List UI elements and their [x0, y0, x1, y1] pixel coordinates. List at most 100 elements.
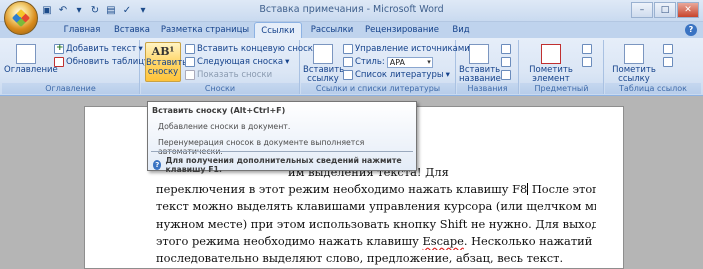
window-controls: – □ ✕: [631, 2, 699, 18]
text-line: нужном месте) при этом использовать кноп…: [156, 216, 596, 231]
insert-caption-button[interactable]: Вставить название: [459, 44, 501, 84]
mark-entry-button[interactable]: Пометить элемент: [526, 44, 576, 84]
footnotes-group-label: Сноски: [141, 83, 299, 94]
undo-icon[interactable]: ↶: [56, 4, 70, 18]
add-text-button[interactable]: Добавить текст▾: [54, 42, 143, 55]
bibliography-label: Список литературы: [355, 70, 444, 80]
mark-citation-button[interactable]: Пометить ссылку: [609, 44, 659, 84]
toc-button-label: Оглавление: [4, 65, 58, 75]
citations-group: Вставить ссылку Управление источниками С…: [301, 40, 470, 94]
insert-index-button[interactable]: [582, 43, 592, 55]
next-footnote-icon: [185, 57, 195, 67]
update-table-label: Обновить таблицу: [66, 57, 150, 67]
bibliography-icon: [343, 70, 353, 80]
document-text[interactable]: им выделения текста! Для переключения в …: [156, 164, 596, 267]
toc-button[interactable]: Оглавление: [4, 44, 58, 75]
maximize-button[interactable]: □: [654, 2, 676, 18]
manage-sources-label: Управление источниками: [355, 44, 470, 54]
text-line: текст можно выделять клавишами управлени…: [156, 199, 596, 214]
spelling-error-word: Escape: [422, 233, 464, 248]
next-footnote-label: Следующая сноска: [197, 57, 284, 67]
update-index-icon: [582, 57, 592, 67]
caption-icon: [469, 44, 489, 64]
index-group: Пометить элемент Предметный указатель: [520, 40, 604, 104]
add-text-label: Добавить текст: [66, 44, 137, 54]
cross-reference-button[interactable]: [501, 69, 511, 81]
tab-references[interactable]: Ссылки: [254, 22, 302, 38]
style-dropdown[interactable]: APA: [386, 56, 433, 68]
style-icon: [343, 57, 353, 67]
undo-dropdown-icon[interactable]: ▾: [72, 4, 86, 18]
style-label: Стиль:: [355, 57, 385, 67]
ribbon: Оглавление Добавить текст▾ Обновить табл…: [0, 38, 703, 104]
tab-view[interactable]: Вид: [446, 22, 476, 38]
title-bar: ▣ ↶ ▾ ↻ ▤ ✓ ▾ Вставка примечания - Micro…: [0, 0, 703, 35]
cross-reference-icon: [501, 70, 511, 80]
tab-insert[interactable]: Вставка: [110, 22, 154, 38]
next-footnote-button[interactable]: Следующая сноска ▾: [185, 56, 289, 68]
insert-table-of-figures-button[interactable]: [501, 43, 511, 55]
tooltip-separator: [151, 151, 413, 152]
footnotes-group: AB¹ Вставить сноску Вставить концевую сн…: [141, 40, 318, 94]
print-preview-icon[interactable]: ▤: [104, 4, 118, 18]
insert-citation-button[interactable]: Вставить ссылку: [303, 44, 344, 84]
bibliography-button[interactable]: Список литературы ▾: [343, 69, 450, 81]
tab-page-layout[interactable]: Разметка страницы: [160, 22, 250, 38]
footnote-icon: AB¹: [151, 45, 175, 58]
insert-toa-button[interactable]: [663, 43, 673, 55]
endnote-icon: [185, 44, 195, 54]
tooltip-description: Добавление сноски в документ.: [158, 122, 291, 131]
spelling-icon[interactable]: ✓: [120, 4, 134, 18]
help-icon[interactable]: ?: [685, 24, 697, 36]
mark-citation-icon: [624, 44, 644, 64]
manage-sources-button[interactable]: Управление источниками: [343, 43, 470, 55]
quick-access-toolbar: ▣ ↶ ▾ ↻ ▤ ✓ ▾: [40, 3, 150, 19]
office-logo-icon: [11, 8, 31, 28]
captions-group: Вставить название Названия: [457, 40, 519, 94]
close-button[interactable]: ✕: [677, 2, 699, 18]
tab-review[interactable]: Рецензирование: [362, 22, 442, 38]
minimize-button[interactable]: –: [631, 2, 653, 18]
update-table-of-figures-button[interactable]: [501, 56, 511, 68]
text-line: этого режима необходимо нажать клавишу E…: [156, 233, 596, 248]
save-icon[interactable]: ▣: [40, 4, 54, 18]
insert-footnote-label-2: сноску: [147, 67, 179, 77]
ribbon-tabs: Главная Вставка Разметка страницы Ссылки…: [0, 22, 703, 38]
update-index-button[interactable]: [582, 56, 592, 68]
screen-tip: Вставить сноску (Alt+Ctrl+F) Добавление …: [147, 101, 417, 174]
tooltip-note: Перенумерация сносок в документе выполня…: [158, 138, 365, 156]
captions-group-label: Названия: [457, 83, 518, 94]
show-notes-label: Показать сноски: [197, 70, 273, 80]
toc-group-label: Оглавление: [2, 83, 139, 94]
table-of-figures-icon: [501, 44, 511, 54]
update-toa-button[interactable]: [663, 56, 673, 68]
update-figures-icon: [501, 57, 511, 67]
style-selector[interactable]: Стиль: APA: [343, 56, 433, 68]
manage-sources-icon: [343, 44, 353, 54]
tooltip-help: ? Для получения дополнительных сведений …: [153, 156, 416, 174]
office-button[interactable]: [4, 1, 38, 35]
insert-toa-icon: [663, 44, 673, 54]
insert-endnote-button[interactable]: Вставить концевую сноску: [185, 43, 318, 55]
toc-group: Оглавление Добавить текст▾ Обновить табл…: [2, 40, 149, 94]
show-notes-icon: [185, 70, 195, 80]
update-table-button[interactable]: Обновить таблицу: [54, 56, 149, 68]
insert-endnote-label: Вставить концевую сноску: [197, 44, 318, 54]
tooltip-help-text: Для получения дополнительных сведений на…: [165, 156, 402, 174]
customize-qat-icon[interactable]: ▾: [136, 4, 150, 18]
tab-home[interactable]: Главная: [60, 22, 104, 38]
redo-icon[interactable]: ↻: [88, 4, 102, 18]
tab-mailings[interactable]: Рассылки: [306, 22, 358, 38]
update-table-icon: [54, 57, 64, 67]
toc-icon: [16, 44, 36, 64]
insert-footnote-button[interactable]: AB¹ Вставить сноску: [145, 42, 187, 82]
show-notes-button[interactable]: Показать сноски: [185, 69, 272, 81]
toa-group: Пометить ссылку Таблица ссылок: [605, 40, 701, 94]
help-icon: ?: [153, 160, 162, 170]
insert-index-icon: [582, 44, 592, 54]
index-group-label: Предметный указатель: [520, 83, 603, 104]
update-toa-icon: [663, 57, 673, 67]
tooltip-title: Вставить сноску (Alt+Ctrl+F): [152, 106, 286, 115]
citations-group-label: Ссылки и списки литературы: [301, 83, 455, 94]
toa-group-label: Таблица ссылок: [605, 83, 701, 94]
